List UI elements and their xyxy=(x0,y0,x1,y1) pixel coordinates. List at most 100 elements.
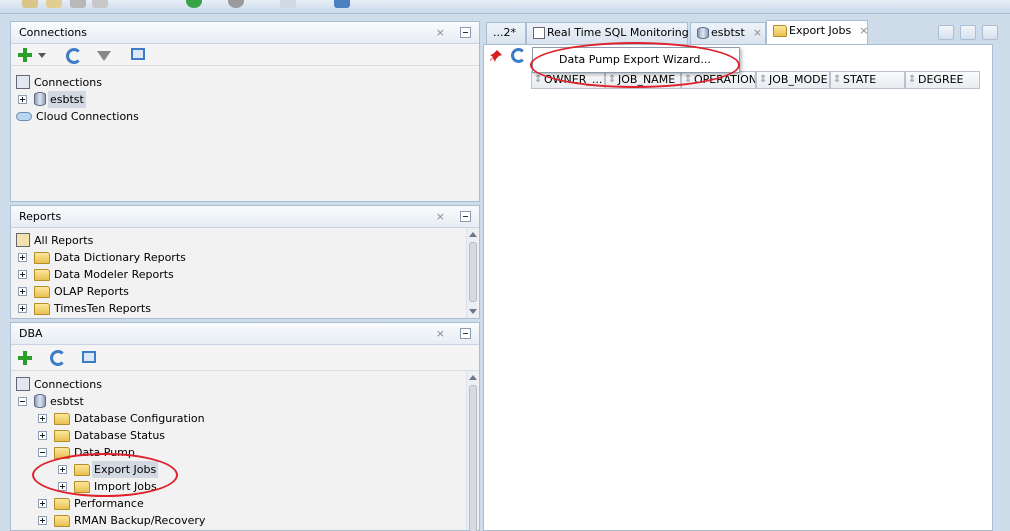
close-icon[interactable]: × xyxy=(436,323,445,344)
expand-icon[interactable] xyxy=(18,287,27,296)
save-all-icon[interactable] xyxy=(70,0,86,8)
forward-icon[interactable] xyxy=(186,0,202,8)
tab-export-jobs[interactable]: Export Jobs × xyxy=(766,20,868,44)
tab-scroll-right-icon[interactable] xyxy=(960,25,976,40)
expand-icon[interactable] xyxy=(38,414,47,423)
collapse-icon[interactable] xyxy=(18,397,27,406)
add-icon[interactable] xyxy=(18,48,32,62)
tab-list-icon[interactable] xyxy=(982,25,998,40)
column-header-state[interactable]: STATE xyxy=(830,71,905,89)
tab-scroll-left-icon[interactable] xyxy=(938,25,954,40)
column-header-job-mode[interactable]: JOB_MODE xyxy=(756,71,830,89)
folder-icon xyxy=(34,303,50,315)
connections-icon xyxy=(16,377,30,391)
tree-item-cloud-connections[interactable]: Cloud Connections xyxy=(16,108,141,125)
tree-item-timesten-reports[interactable]: TimesTen Reports xyxy=(16,300,153,317)
database-icon xyxy=(34,92,46,106)
folder-icon xyxy=(54,515,70,527)
dropdown-arrow-icon[interactable] xyxy=(38,53,46,58)
tree-item-all-reports[interactable]: All Reports xyxy=(16,232,95,249)
menu-item-data-pump-export-wizard[interactable]: Data Pump Export Wizard... xyxy=(559,53,711,66)
tree-item-export-jobs[interactable]: Export Jobs xyxy=(56,461,159,478)
connections-panel-header: Connections × xyxy=(11,22,479,44)
column-header-degree[interactable]: DEGREE xyxy=(905,71,980,89)
close-icon[interactable]: × xyxy=(859,24,868,37)
tab-real-time-sql-monitoring[interactable]: Real Time SQL Monitoring xyxy=(526,22,689,44)
export-folder-icon xyxy=(74,464,90,476)
tree-item-performance[interactable]: Performance xyxy=(36,495,146,512)
open-icon[interactable] xyxy=(22,0,38,8)
scroll-up-icon[interactable] xyxy=(469,375,477,380)
connections-tree: Connections esbtst Cloud Connections xyxy=(11,68,479,201)
expand-icon[interactable] xyxy=(18,95,27,104)
filter-icon[interactable] xyxy=(97,51,111,61)
sql-worksheet-icon[interactable] xyxy=(280,0,296,8)
tree-item-database-configuration[interactable]: Database Configuration xyxy=(36,410,207,427)
expand-icon[interactable] xyxy=(18,304,27,313)
column-header-operation[interactable]: OPERATION xyxy=(681,71,756,89)
tree-item-data-modeler-reports[interactable]: Data Modeler Reports xyxy=(16,266,176,283)
cloud-icon xyxy=(16,112,32,121)
schema-browser-icon[interactable] xyxy=(82,351,96,363)
report-icon xyxy=(533,27,545,39)
minimize-icon[interactable] xyxy=(460,211,471,222)
scroll-up-icon[interactable] xyxy=(469,232,477,237)
save-icon[interactable] xyxy=(46,0,62,8)
add-icon[interactable] xyxy=(18,351,32,365)
tree-item-esbtst[interactable]: esbtst xyxy=(16,91,86,108)
dba-tree: Connections esbtst Database Configuratio… xyxy=(11,371,479,531)
tab-esbtst[interactable]: esbtst × xyxy=(690,22,766,44)
dba-panel: DBA × Connections esbtst Database Config… xyxy=(10,322,480,531)
context-menu: Data Pump Export Wizard... xyxy=(532,47,740,73)
dba-panel-header: DBA × xyxy=(11,323,479,345)
expand-icon[interactable] xyxy=(38,499,47,508)
tree-item-connections[interactable]: Connections xyxy=(16,74,104,91)
expand-icon[interactable] xyxy=(18,270,27,279)
export-folder-icon xyxy=(773,25,787,37)
scroll-down-icon[interactable] xyxy=(469,309,477,314)
connections-icon xyxy=(16,75,30,89)
monitor-icon[interactable] xyxy=(334,0,350,8)
scroll-thumb[interactable] xyxy=(469,242,477,302)
dba-panel-title: DBA xyxy=(19,327,43,340)
refresh-icon[interactable] xyxy=(511,48,526,63)
stop-icon[interactable] xyxy=(228,0,244,8)
pin-icon[interactable] xyxy=(489,49,503,63)
main-toolbar xyxy=(0,0,1010,14)
tree-item-connections[interactable]: Connections xyxy=(16,376,104,393)
tree-item-rman-backup-recovery[interactable]: RMAN Backup/Recovery xyxy=(36,512,207,529)
close-icon[interactable]: × xyxy=(436,22,445,43)
folder-icon xyxy=(34,269,50,281)
reports-tree: All Reports Data Dictionary Reports Data… xyxy=(11,228,479,318)
tree-item-esbtst[interactable]: esbtst xyxy=(16,393,86,410)
dba-scrollbar[interactable] xyxy=(466,371,478,531)
expand-icon[interactable] xyxy=(38,516,47,525)
expand-icon[interactable] xyxy=(58,465,67,474)
close-icon[interactable]: × xyxy=(753,26,762,39)
close-icon[interactable]: × xyxy=(436,206,445,227)
collapse-icon[interactable] xyxy=(38,448,47,457)
schema-browser-icon[interactable] xyxy=(131,48,145,60)
refresh-icon[interactable] xyxy=(66,48,82,64)
expand-icon[interactable] xyxy=(38,431,47,440)
expand-icon[interactable] xyxy=(58,482,67,491)
column-header-job-name[interactable]: JOB_NAME xyxy=(605,71,681,89)
column-header-owner[interactable]: OWNER_... xyxy=(531,71,605,89)
expand-icon[interactable] xyxy=(18,253,27,262)
tree-item-data-dictionary-reports[interactable]: Data Dictionary Reports xyxy=(16,249,188,266)
editor-tabs: ...2* Real Time SQL Monitoring esbtst × E… xyxy=(480,20,1010,44)
tree-item-data-pump[interactable]: Data Pump xyxy=(36,444,137,461)
tree-item-database-status[interactable]: Database Status xyxy=(36,427,167,444)
scroll-thumb[interactable] xyxy=(469,385,477,531)
folder-icon xyxy=(34,286,50,298)
cut-icon[interactable] xyxy=(92,0,108,8)
reports-scrollbar[interactable] xyxy=(466,228,478,318)
tab-worksheet[interactable]: ...2* xyxy=(486,22,526,44)
tree-item-olap-reports[interactable]: OLAP Reports xyxy=(16,283,131,300)
refresh-icon[interactable] xyxy=(50,350,66,366)
minimize-icon[interactable] xyxy=(460,27,471,38)
folder-icon xyxy=(54,413,70,425)
import-folder-icon xyxy=(74,481,90,493)
tree-item-import-jobs[interactable]: Import Jobs xyxy=(56,478,159,495)
minimize-icon[interactable] xyxy=(460,328,471,339)
